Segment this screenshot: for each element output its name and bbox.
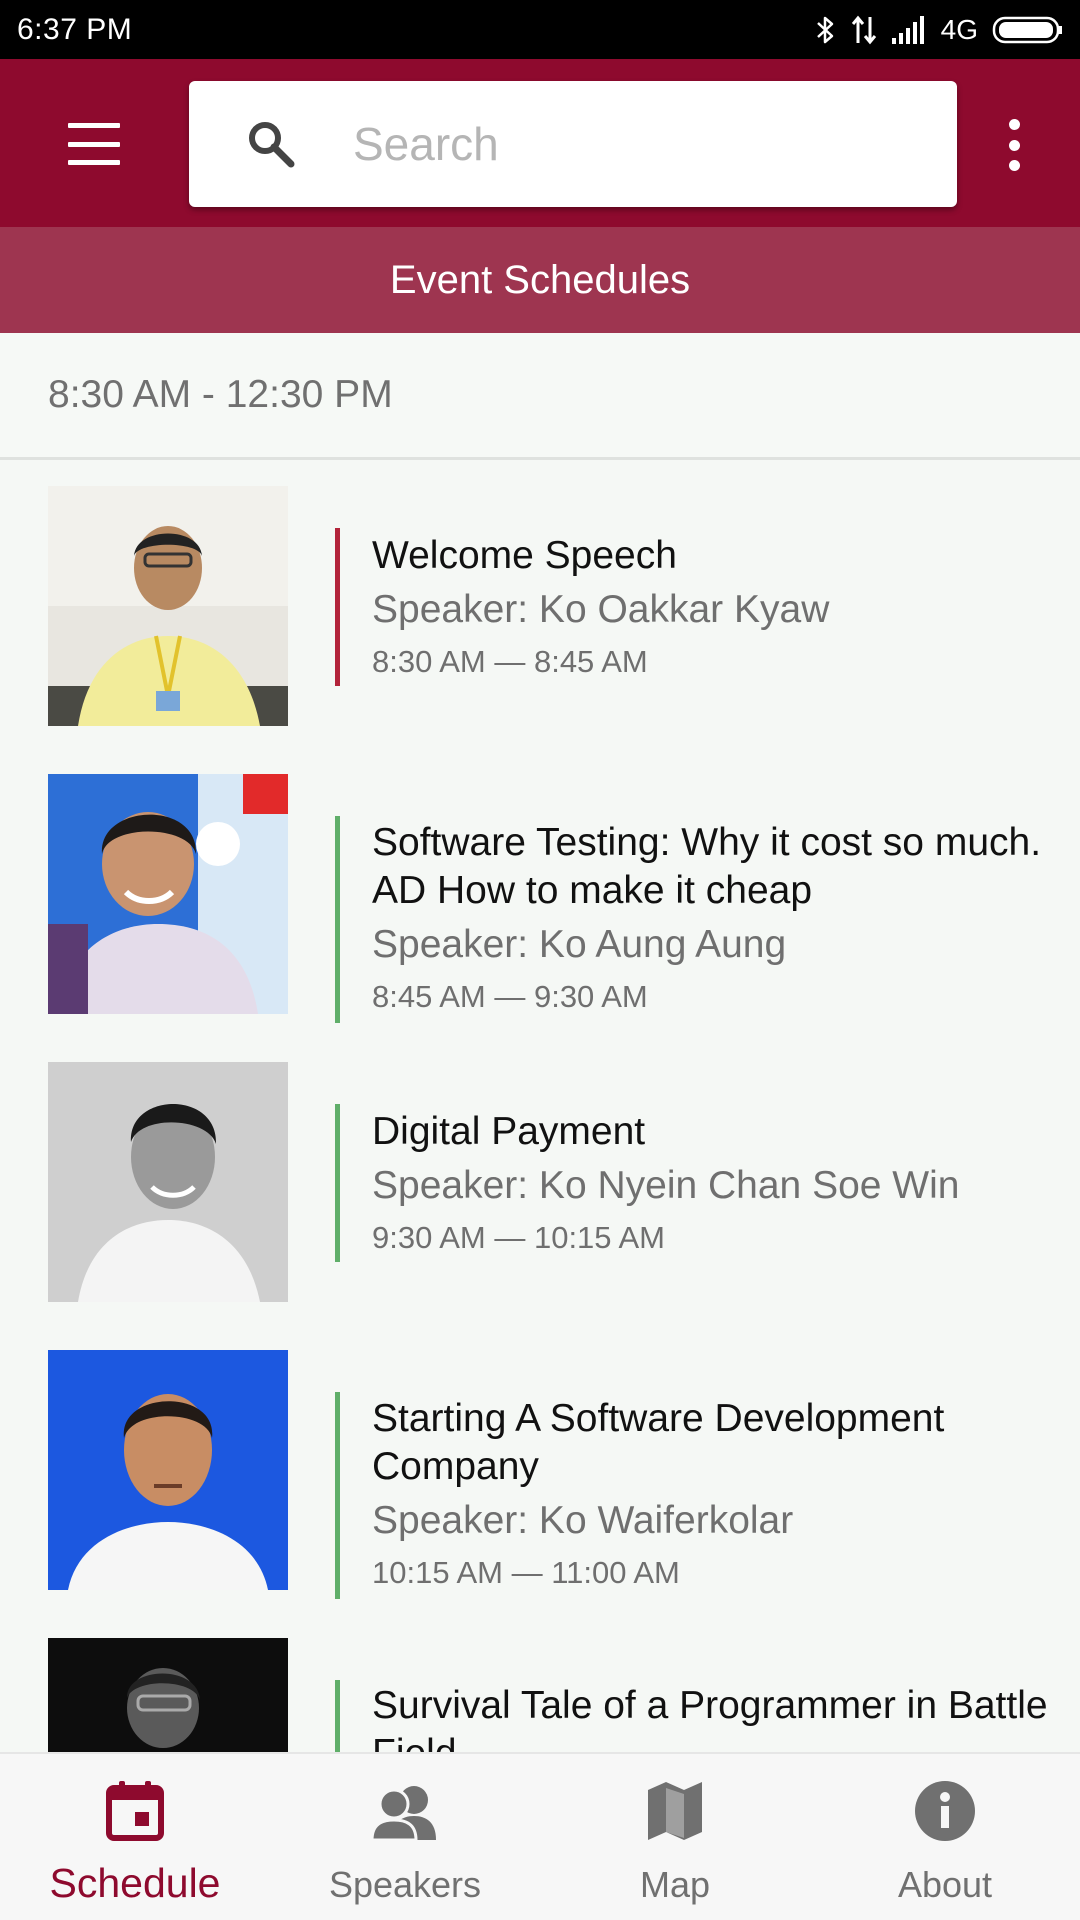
section-title: Event Schedules (0, 227, 1080, 333)
session-accent-bar (335, 528, 340, 686)
session-item[interactable]: Survival Tale of a Programmer in Battle … (0, 1612, 1080, 1752)
battery-icon (992, 15, 1064, 45)
nav-map[interactable]: Map (540, 1754, 810, 1920)
session-title: Software Testing: Why it cost so much. A… (372, 821, 1042, 912)
session-item[interactable]: Digital Payment Speaker: Ko Nyein Chan S… (0, 1036, 1080, 1324)
session-title: Survival Tale of a Programmer in Battle … (372, 1684, 1048, 1752)
status-time: 6:37 PM (17, 12, 133, 46)
session-time: 9:30 AM — 10:15 AM (372, 1220, 665, 1255)
nav-speakers-label: Speakers (328, 1864, 482, 1905)
speaker-photo (48, 486, 288, 726)
status-icons: 4G (815, 14, 1064, 46)
time-slot-header: 8:30 AM - 12:30 PM (0, 333, 1080, 460)
session-list[interactable]: Welcome Speech Speaker: Ko Oakkar Kyaw 8… (0, 460, 1080, 1752)
session-accent-bar (335, 1392, 340, 1599)
nav-speakers[interactable]: Speakers (270, 1754, 540, 1920)
session-title: Digital Payment (372, 1110, 646, 1153)
more-vert-icon[interactable] (1003, 119, 1025, 171)
session-speaker: Speaker: Ko Waiferkolar (372, 1499, 794, 1542)
speaker-photo (48, 1350, 288, 1590)
app-bar (0, 59, 1080, 227)
session-item[interactable]: Welcome Speech Speaker: Ko Oakkar Kyaw 8… (0, 460, 1080, 748)
search-icon (241, 114, 301, 174)
hamburger-menu-icon[interactable] (58, 117, 130, 171)
speaker-photo (48, 1062, 288, 1302)
calendar-icon (102, 1778, 168, 1844)
session-speaker: Speaker: Ko Aung Aung (372, 923, 787, 966)
session-accent-bar (335, 1104, 340, 1262)
session-accent-bar (335, 816, 340, 1023)
data-arrows-icon (851, 15, 877, 45)
nav-schedule-label: Schedule (49, 1860, 221, 1906)
speaker-photo (48, 1638, 288, 1752)
nav-about[interactable]: About (810, 1754, 1080, 1920)
session-title: Starting A Software Development Company (372, 1397, 945, 1488)
session-time: 10:15 AM — 11:00 AM (372, 1555, 680, 1590)
signal-icon (891, 15, 927, 44)
session-speaker: Speaker: Ko Nyein Chan Soe Win (372, 1164, 960, 1207)
search-bar[interactable] (189, 81, 957, 207)
bottom-navigation: Schedule Speakers Map About (0, 1752, 1080, 1920)
session-time: 8:45 AM — 9:30 AM (372, 979, 648, 1014)
speaker-photo (48, 774, 288, 1014)
nav-schedule[interactable]: Schedule (0, 1754, 270, 1920)
status-bar: 6:37 PM 4G (0, 0, 1080, 59)
search-input[interactable] (353, 117, 913, 171)
people-icon (372, 1778, 438, 1844)
map-icon (642, 1778, 708, 1844)
network-type: 4G (940, 13, 978, 45)
session-accent-bar (335, 1680, 340, 1752)
session-title: Welcome Speech (372, 534, 677, 577)
session-speaker: Speaker: Ko Oakkar Kyaw (372, 588, 830, 631)
info-icon (912, 1778, 978, 1844)
nav-map-label: Map (639, 1864, 711, 1905)
nav-about-label: About (897, 1864, 993, 1905)
bluetooth-icon (815, 14, 837, 46)
session-item[interactable]: Software Testing: Why it cost so much. A… (0, 748, 1080, 1036)
session-item[interactable]: Starting A Software Development Company … (0, 1324, 1080, 1612)
session-time: 8:30 AM — 8:45 AM (372, 644, 648, 679)
